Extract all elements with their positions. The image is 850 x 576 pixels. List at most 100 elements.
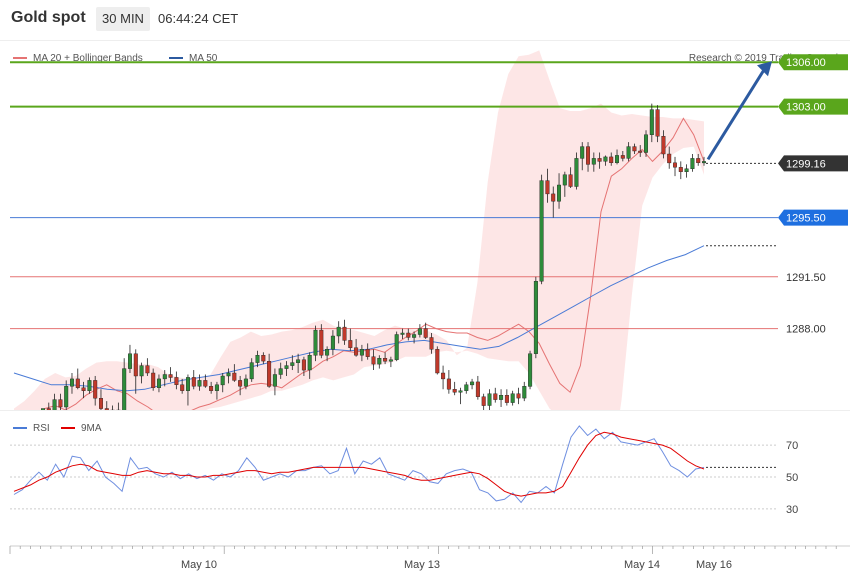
candle-body	[568, 174, 573, 187]
rsi-tick-50: 50	[786, 472, 798, 484]
candle-body	[278, 368, 283, 375]
candle-body	[214, 384, 219, 391]
candle-body	[528, 353, 533, 387]
candle-body	[243, 378, 248, 387]
candle-body	[591, 158, 596, 165]
candle-body	[696, 158, 701, 164]
candle-body	[516, 393, 521, 399]
candle-body	[702, 161, 707, 164]
candle-body	[452, 389, 457, 393]
candle-body	[533, 280, 538, 354]
candle-body	[394, 334, 399, 360]
candle-body	[238, 380, 243, 387]
rsi-tick-30: 30	[786, 504, 798, 516]
candle-body	[145, 365, 150, 374]
candle-body	[580, 146, 585, 159]
candle-body	[185, 377, 190, 391]
candle-body	[272, 374, 277, 387]
candle-body	[499, 395, 504, 400]
candle-body	[330, 335, 335, 350]
candle-body	[296, 359, 301, 363]
candle-body	[481, 396, 486, 406]
chart-title: Gold spot	[11, 9, 86, 26]
candle-body	[81, 387, 86, 391]
candle-body	[174, 377, 179, 385]
legend-rsi-label: RSI	[33, 423, 50, 434]
bollinger-band	[14, 50, 704, 410]
rsi-line	[13, 425, 705, 504]
candle-body	[649, 109, 654, 135]
candle-body	[626, 146, 631, 159]
candle-body	[98, 398, 103, 409]
candle-body	[359, 349, 364, 356]
candle-body	[383, 358, 388, 362]
candle-body	[377, 358, 382, 365]
candle-body	[504, 395, 509, 403]
candle-body	[354, 347, 359, 356]
candle-body	[180, 384, 185, 391]
candle-body	[487, 393, 492, 406]
candle-body	[64, 386, 69, 408]
candle-body	[209, 386, 214, 391]
candle-body	[156, 378, 161, 388]
candle-body	[267, 361, 272, 387]
level-label-1295-50: 1295.50	[786, 213, 826, 225]
rsi-tick-70: 70	[786, 440, 798, 452]
candle-body	[551, 193, 556, 202]
candle-body	[673, 162, 678, 168]
level-label-1288-00: 1288.00	[786, 324, 826, 336]
candle-body	[441, 372, 446, 380]
candle-body	[151, 372, 156, 389]
candle-body	[220, 375, 225, 386]
candle-body	[203, 380, 208, 387]
candle-body	[348, 340, 353, 348]
candle-body	[510, 393, 515, 403]
candle-body	[342, 326, 347, 341]
candle-body	[371, 356, 376, 365]
candle-body	[615, 155, 620, 164]
candle-body	[197, 380, 202, 387]
candle-body	[325, 349, 330, 356]
candle-body	[226, 372, 231, 377]
candle-body	[493, 393, 498, 400]
chart-header: Gold spot 30 MIN 06:44:24 CET	[0, 0, 850, 40]
candle-body	[255, 355, 260, 363]
interval-selector[interactable]: 30 MIN	[96, 7, 150, 31]
level-label-1306-00: 1306.00	[786, 57, 826, 69]
candle-body	[284, 365, 289, 369]
rsi-chart: RSI 9MA 30 50 70 May 10 May 13 May 14 May 16	[0, 410, 850, 571]
candle-body	[655, 109, 660, 137]
candle-body	[545, 180, 550, 195]
candle-body	[133, 353, 138, 377]
candle-body	[458, 390, 463, 393]
candle-body	[690, 158, 695, 170]
candle-body	[87, 380, 92, 391]
candle-body	[644, 134, 649, 153]
candle-body	[388, 359, 393, 362]
x-tick-label: May 16	[696, 559, 732, 571]
legend-ma9-label: 9MA	[81, 423, 102, 434]
candle-body	[464, 384, 469, 391]
candle-body	[139, 365, 144, 377]
level-label-1303-00: 1303.00	[786, 102, 826, 114]
candle-body	[620, 155, 625, 159]
candle-body	[261, 355, 266, 362]
x-tick-label: May 14	[624, 559, 660, 571]
candle-body	[406, 332, 411, 338]
candle-body	[574, 158, 579, 187]
candle-body	[562, 174, 567, 186]
candle-body	[470, 381, 475, 386]
x-tick-label: May 10	[181, 559, 217, 571]
level-label-1291-50: 1291.50	[786, 272, 826, 284]
candle-body	[365, 349, 370, 357]
candle-body	[684, 168, 689, 173]
candle-body	[661, 135, 666, 155]
candle-body	[632, 146, 637, 152]
candle-body	[191, 377, 196, 387]
candle-body	[412, 334, 417, 338]
candle-body	[168, 374, 173, 378]
timestamp: 06:44:24 CET	[158, 11, 239, 26]
candle-body	[336, 326, 341, 337]
candle-body	[319, 329, 324, 356]
level-label-1299-16: 1299.16	[786, 158, 826, 170]
